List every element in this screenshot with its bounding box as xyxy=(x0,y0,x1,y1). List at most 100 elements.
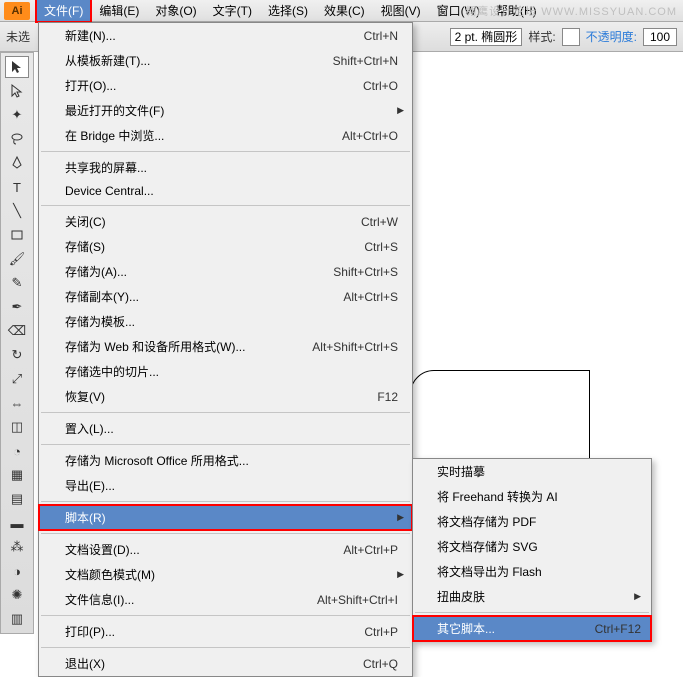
blend-tool[interactable]: ◑ xyxy=(5,560,29,582)
file-menu-item-25[interactable]: 文档设置(D)...Alt+Ctrl+P xyxy=(39,537,412,562)
style-swatch[interactable] xyxy=(562,28,580,46)
magic-wand-tool[interactable]: ✦ xyxy=(5,104,29,126)
scripts-menu-item-2[interactable]: 将文档存储为 PDF xyxy=(413,509,651,534)
menu-select[interactable]: 选择(S) xyxy=(260,0,316,22)
file-menu-item-20[interactable]: 存储为 Microsoft Office 所用格式... xyxy=(39,448,412,473)
scale-tool[interactable]: ⤢ xyxy=(5,368,29,390)
file-menu-item-31[interactable]: 退出(X)Ctrl+Q xyxy=(39,651,412,676)
lasso-tool[interactable] xyxy=(5,128,29,150)
file-menu-item-23[interactable]: 脚本(R)▶ xyxy=(39,505,412,530)
menu-effect[interactable]: 效果(C) xyxy=(316,0,373,22)
file-menu-item-10[interactable]: 存储(S)Ctrl+S xyxy=(39,234,412,259)
scripts-menu-item-0[interactable]: 实时描摹 xyxy=(413,459,651,484)
shortcut-text: Shift+Ctrl+N xyxy=(333,54,398,68)
shape-builder-tool[interactable]: ◔ xyxy=(5,440,29,462)
file-menu-item-29[interactable]: 打印(P)...Ctrl+P xyxy=(39,619,412,644)
file-menu-item-6[interactable]: 共享我的屏幕... xyxy=(39,155,412,180)
scripts-menu-item-4[interactable]: 将文档导出为 Flash xyxy=(413,559,651,584)
file-menu-item-21[interactable]: 导出(E)... xyxy=(39,473,412,498)
width-tool[interactable]: ⇔ xyxy=(5,392,29,414)
file-menu-item-11[interactable]: 存储为(A)...Shift+Ctrl+S xyxy=(39,259,412,284)
file-menu-item-14[interactable]: 存储为 Web 和设备所用格式(W)...Alt+Shift+Ctrl+S xyxy=(39,334,412,359)
file-menu-item-13[interactable]: 存储为模板... xyxy=(39,309,412,334)
eraser-tool[interactable]: ⌫ xyxy=(5,320,29,342)
blob-brush-tool[interactable]: ✒ xyxy=(5,296,29,318)
type-tool[interactable]: T xyxy=(5,176,29,198)
scripts-menu-item-label: 将 Freehand 转换为 AI xyxy=(423,488,641,505)
menu-object[interactable]: 对象(O) xyxy=(147,0,204,22)
menu-edit[interactable]: 编辑(E) xyxy=(91,0,147,22)
pencil-tool[interactable]: ✎ xyxy=(5,272,29,294)
file-menu-item-12[interactable]: 存储副本(Y)...Alt+Ctrl+S xyxy=(39,284,412,309)
scripts-menu-item-label: 将文档导出为 Flash xyxy=(423,563,641,580)
menu-file[interactable]: 文件(F) xyxy=(36,0,91,22)
shortcut-text: Ctrl+F12 xyxy=(595,622,641,636)
shortcut-text: Shift+Ctrl+S xyxy=(333,265,398,279)
perspective-tool[interactable]: ▦ xyxy=(5,464,29,486)
menu-type[interactable]: 文字(T) xyxy=(205,0,260,22)
file-menu-item-label: 退出(X) xyxy=(47,655,363,672)
tool-panel: ✦ T ╲ 🖌 ✎ ✒ ⌫ ↻ ⤢ ⇔ ◫ ◔ ▦ ▤ ▬ ⁂ ◑ ✺ ▥ xyxy=(0,52,34,634)
file-menu-item-27[interactable]: 文件信息(I)...Alt+Shift+Ctrl+I xyxy=(39,587,412,612)
file-menu-item-label: 共享我的屏幕... xyxy=(47,159,404,176)
direct-selection-tool[interactable] xyxy=(5,80,29,102)
file-menu-item-15[interactable]: 存储选中的切片... xyxy=(39,359,412,384)
file-menu-item-1[interactable]: 从模板新建(T)...Shift+Ctrl+N xyxy=(39,48,412,73)
file-menu-item-0[interactable]: 新建(N)...Ctrl+N xyxy=(39,23,412,48)
shortcut-text: Ctrl+Q xyxy=(363,657,398,671)
file-menu-item-2[interactable]: 打开(O)...Ctrl+O xyxy=(39,73,412,98)
file-menu-item-3[interactable]: 最近打开的文件(F)▶ xyxy=(39,98,412,123)
gradient-tool[interactable]: ▬ xyxy=(5,512,29,534)
file-menu-item-label: 在 Bridge 中浏览... xyxy=(47,127,342,144)
file-menu-item-label: 恢复(V) xyxy=(47,388,377,405)
opacity-field[interactable]: 100 xyxy=(643,28,677,46)
file-menu-item-label: 置入(L)... xyxy=(47,420,404,437)
submenu-arrow-icon: ▶ xyxy=(634,591,641,602)
file-menu-item-26[interactable]: 文档颜色模式(M)▶ xyxy=(39,562,412,587)
file-menu-item-label: 文档颜色模式(M) xyxy=(47,566,397,583)
file-menu-item-label: 脚本(R) xyxy=(47,509,397,526)
file-menu-item-7[interactable]: Device Central... xyxy=(39,180,412,202)
file-menu-item-18[interactable]: 置入(L)... xyxy=(39,416,412,441)
file-menu-item-label: 文件信息(I)... xyxy=(47,591,317,608)
submenu-arrow-icon: ▶ xyxy=(397,105,404,116)
file-menu-item-label: 从模板新建(T)... xyxy=(47,52,333,69)
file-menu-item-label: 文档设置(D)... xyxy=(47,541,343,558)
shortcut-text: F12 xyxy=(377,390,398,404)
stroke-profile-field[interactable]: 2 pt. 椭圆形 xyxy=(450,28,523,46)
scripts-submenu: 实时描摹将 Freehand 转换为 AI 将文档存储为 PDF 将文档存储为 SV… xyxy=(412,458,652,642)
scripts-menu-item-label: 将文档存储为 PDF xyxy=(423,513,641,530)
scripts-menu-item-label: 其它脚本... xyxy=(423,620,595,637)
line-tool[interactable]: ╲ xyxy=(5,200,29,222)
file-menu-item-label: 最近打开的文件(F) xyxy=(47,102,397,119)
paintbrush-tool[interactable]: 🖌 xyxy=(5,248,29,270)
file-menu-item-label: 存储选中的切片... xyxy=(47,363,404,380)
file-menu-item-9[interactable]: 关闭(C)Ctrl+W xyxy=(39,209,412,234)
scripts-menu-item-5[interactable]: 扭曲皮肤▶ xyxy=(413,584,651,609)
file-menu-item-16[interactable]: 恢复(V)F12 xyxy=(39,384,412,409)
file-menu-item-label: 新建(N)... xyxy=(47,27,364,44)
shortcut-text: Ctrl+P xyxy=(364,625,398,639)
file-menu-item-label: 存储为模板... xyxy=(47,313,404,330)
rotate-tool[interactable]: ↻ xyxy=(5,344,29,366)
pen-tool[interactable] xyxy=(5,152,29,174)
opacity-label: 不透明度: xyxy=(586,28,637,45)
graph-tool[interactable]: ▥ xyxy=(5,608,29,630)
eyedropper-tool[interactable]: ⁂ xyxy=(5,536,29,558)
submenu-arrow-icon: ▶ xyxy=(397,512,404,523)
shortcut-text: Alt+Shift+Ctrl+S xyxy=(312,340,398,354)
file-menu-item-label: 存储副本(Y)... xyxy=(47,288,343,305)
file-menu-item-label: 关闭(C) xyxy=(47,213,361,230)
scripts-menu-item-7[interactable]: 其它脚本...Ctrl+F12 xyxy=(413,616,651,641)
scripts-menu-item-1[interactable]: 将 Freehand 转换为 AI xyxy=(413,484,651,509)
file-menu-item-4[interactable]: 在 Bridge 中浏览...Alt+Ctrl+O xyxy=(39,123,412,148)
shortcut-text: Ctrl+W xyxy=(361,215,398,229)
free-transform-tool[interactable]: ◫ xyxy=(5,416,29,438)
mesh-tool[interactable]: ▤ xyxy=(5,488,29,510)
scripts-menu-item-3[interactable]: 将文档存储为 SVG xyxy=(413,534,651,559)
symbol-sprayer-tool[interactable]: ✺ xyxy=(5,584,29,606)
file-menu-item-label: 打开(O)... xyxy=(47,77,363,94)
selection-tool[interactable] xyxy=(5,56,29,78)
rectangle-tool[interactable] xyxy=(5,224,29,246)
menu-view[interactable]: 视图(V) xyxy=(373,0,429,22)
